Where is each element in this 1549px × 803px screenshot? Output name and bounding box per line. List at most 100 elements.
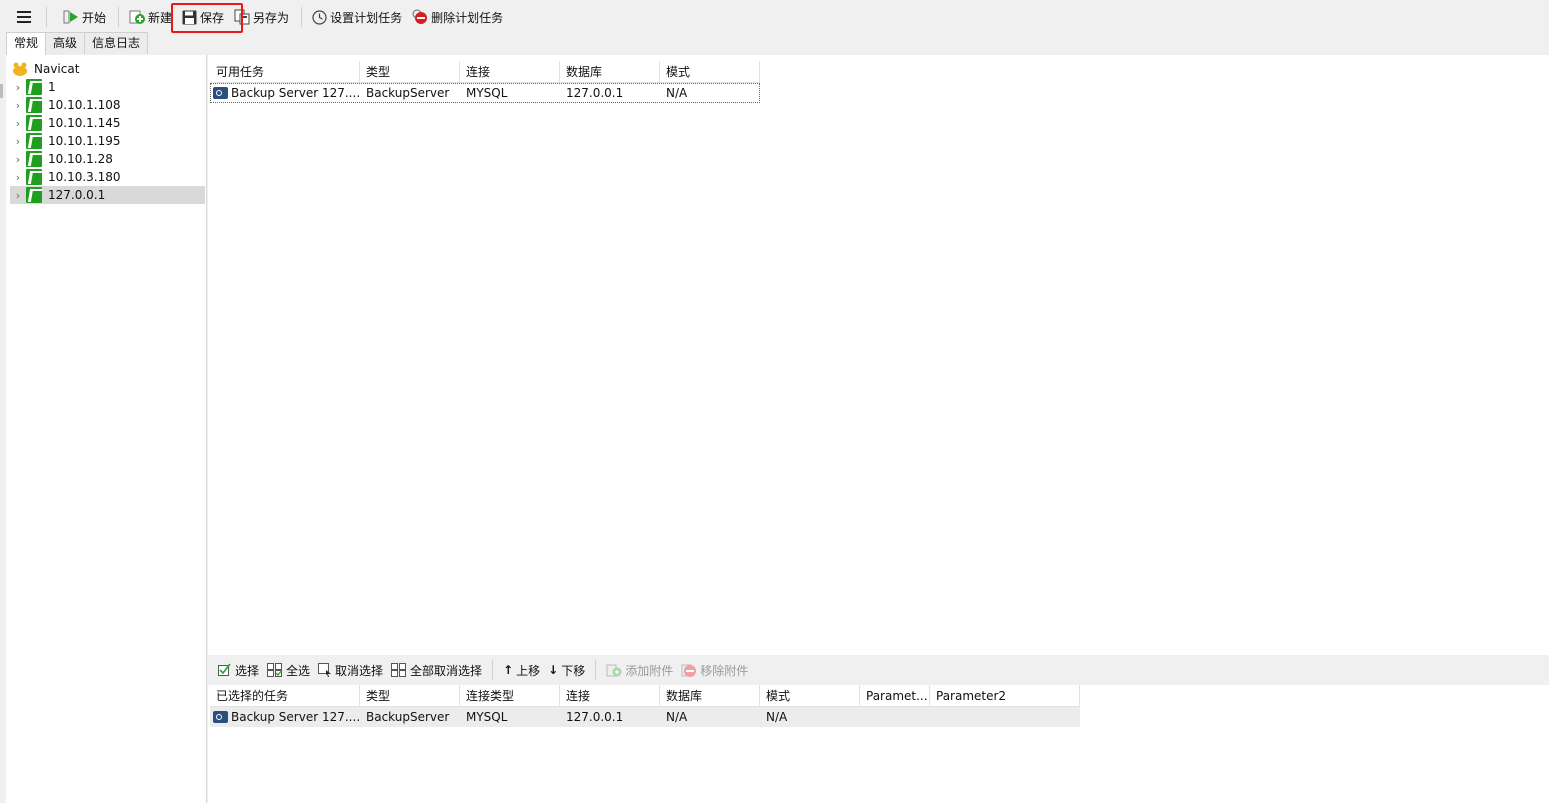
table-row[interactable]: Backup Server 127.... BackupServer MYSQL… bbox=[210, 707, 1080, 727]
column-header[interactable]: Paramet... bbox=[860, 685, 930, 707]
add-attachment-icon bbox=[606, 664, 622, 677]
task-connection-cell: MYSQL bbox=[466, 86, 508, 100]
task-name-cell: Backup Server 127.... bbox=[210, 707, 360, 727]
column-header[interactable]: 模式 bbox=[660, 61, 760, 83]
move-up-label: 上移 bbox=[516, 663, 541, 678]
table-row[interactable]: Backup Server 127.... BackupServer MYSQL… bbox=[210, 83, 760, 103]
tree-root-navicat[interactable]: Navicat bbox=[10, 60, 205, 78]
mysql-icon bbox=[26, 79, 42, 95]
tree-item-connection-selected[interactable]: › 127.0.0.1 bbox=[10, 186, 205, 204]
tree-item-label: 1 bbox=[48, 80, 56, 94]
chevron-right-icon[interactable]: › bbox=[10, 81, 26, 94]
remove-attachment-label: 移除附件 bbox=[700, 663, 749, 678]
remove-attachment-button[interactable]: 移除附件 bbox=[677, 662, 752, 679]
backup-task-icon bbox=[213, 711, 228, 723]
delete-schedule-icon bbox=[412, 9, 428, 24]
main-toolbar: 开始 新建 保存 另存为 设置计划任务 删除计划任务 bbox=[0, 0, 1549, 34]
add-attachment-label: 添加附件 bbox=[625, 663, 674, 678]
deselect-button[interactable]: 取消选择 bbox=[314, 662, 387, 679]
move-down-label: 下移 bbox=[561, 663, 586, 678]
move-up-button[interactable]: ↑ 上移 bbox=[499, 662, 544, 679]
column-header[interactable]: 类型 bbox=[360, 685, 460, 707]
save-button[interactable]: 保存 bbox=[178, 5, 228, 29]
menu-button[interactable] bbox=[10, 5, 38, 29]
toolbar-separator bbox=[595, 660, 597, 680]
navicat-icon bbox=[13, 62, 27, 76]
deselect-all-button[interactable]: 全部取消选择 bbox=[387, 662, 486, 679]
task-database-cell: 127.0.0.1 bbox=[566, 86, 624, 100]
tab-bar: 常规 高级 信息日志 bbox=[6, 32, 149, 55]
column-header[interactable]: 数据库 bbox=[560, 61, 660, 83]
start-button[interactable]: 开始 bbox=[59, 5, 110, 29]
tree-item-connection[interactable]: › 10.10.1.195 bbox=[10, 132, 205, 150]
toolbar-separator bbox=[46, 7, 47, 27]
chevron-right-icon[interactable]: › bbox=[10, 117, 26, 130]
remove-attachment-icon bbox=[681, 664, 697, 677]
tree-item-label: 10.10.1.195 bbox=[48, 134, 121, 148]
selection-toolbar: 选择 全选 取消选择 全部取消选择 ↑ 上移 ↓ 下移 添加附件 移除附件 bbox=[208, 655, 1549, 685]
tab-log[interactable]: 信息日志 bbox=[84, 32, 149, 54]
column-header[interactable]: Parameter2 bbox=[930, 685, 1080, 707]
tree-item-label: 10.10.1.28 bbox=[48, 152, 113, 166]
selected-tasks-grid: 已选择的任务 类型 连接类型 连接 数据库 模式 Paramet... Para… bbox=[210, 685, 1080, 727]
column-header[interactable]: 模式 bbox=[760, 685, 860, 707]
tab-advanced[interactable]: 高级 bbox=[45, 32, 86, 54]
mysql-icon bbox=[26, 133, 42, 149]
set-schedule-button[interactable]: 设置计划任务 bbox=[308, 5, 406, 29]
tree-item-connection[interactable]: › 10.10.1.28 bbox=[10, 150, 205, 168]
chevron-right-icon[interactable]: › bbox=[10, 135, 26, 148]
save-label: 保存 bbox=[200, 10, 225, 25]
tab-general[interactable]: 常规 bbox=[6, 32, 47, 55]
tree-item-connection[interactable]: › 10.10.1.145 bbox=[10, 114, 205, 132]
deselect-label: 取消选择 bbox=[335, 663, 384, 678]
set-schedule-label: 设置计划任务 bbox=[330, 10, 403, 25]
chevron-right-icon[interactable]: › bbox=[10, 153, 26, 166]
select-all-button[interactable]: 全选 bbox=[263, 662, 314, 679]
chevron-right-icon[interactable]: › bbox=[10, 171, 26, 184]
mysql-icon bbox=[26, 115, 42, 131]
column-header[interactable]: 连接类型 bbox=[460, 685, 560, 707]
column-header[interactable]: 可用任务 bbox=[210, 61, 360, 83]
arrow-up-icon: ↑ bbox=[503, 663, 514, 677]
save-as-icon bbox=[234, 9, 250, 25]
mysql-icon bbox=[26, 169, 42, 185]
tree-item-connection[interactable]: › 10.10.3.180 bbox=[10, 168, 205, 186]
available-tasks-grid: 可用任务 类型 连接 数据库 模式 Backup Server 127.... … bbox=[210, 61, 760, 103]
column-header[interactable]: 类型 bbox=[360, 61, 460, 83]
deselect-all-icon bbox=[391, 663, 407, 677]
mysql-icon bbox=[26, 187, 42, 203]
tree-item-connection[interactable]: › 1 bbox=[10, 78, 205, 96]
column-header[interactable]: 连接 bbox=[460, 61, 560, 83]
arrow-down-icon: ↓ bbox=[548, 663, 559, 677]
select-label: 选择 bbox=[235, 663, 260, 678]
toolbar-separator bbox=[118, 7, 120, 27]
select-button[interactable]: 选择 bbox=[214, 662, 263, 679]
deselect-all-label: 全部取消选择 bbox=[410, 663, 483, 678]
column-header[interactable]: 连接 bbox=[560, 685, 660, 707]
available-tasks-panel: 可用任务 类型 连接 数据库 模式 Backup Server 127.... … bbox=[208, 55, 1549, 655]
task-name-cell: Backup Server 127.... bbox=[210, 83, 360, 103]
mysql-icon bbox=[26, 151, 42, 167]
tree-item-label: 10.10.3.180 bbox=[48, 170, 121, 184]
selected-tasks-header: 已选择的任务 类型 连接类型 连接 数据库 模式 Paramet... Para… bbox=[210, 685, 1080, 707]
select-all-label: 全选 bbox=[286, 663, 311, 678]
hamburger-menu-icon bbox=[17, 11, 31, 23]
checkbox-icon bbox=[218, 663, 231, 676]
task-type-cell: BackupServer bbox=[366, 86, 450, 100]
column-header[interactable]: 已选择的任务 bbox=[210, 685, 360, 707]
new-icon bbox=[129, 10, 146, 24]
save-as-button[interactable]: 另存为 bbox=[230, 5, 293, 29]
task-connection-type-cell: MYSQL bbox=[466, 710, 508, 724]
column-header[interactable]: 数据库 bbox=[660, 685, 760, 707]
task-schema-cell: N/A bbox=[766, 710, 788, 724]
delete-schedule-button[interactable]: 删除计划任务 bbox=[408, 5, 507, 29]
move-down-button[interactable]: ↓ 下移 bbox=[544, 662, 589, 679]
add-attachment-button[interactable]: 添加附件 bbox=[602, 662, 677, 679]
save-icon bbox=[182, 10, 197, 24]
chevron-right-icon[interactable]: › bbox=[10, 189, 26, 202]
new-button[interactable]: 新建 bbox=[125, 5, 176, 29]
chevron-right-icon[interactable]: › bbox=[10, 99, 26, 112]
tree-item-connection[interactable]: › 10.10.1.108 bbox=[10, 96, 205, 114]
mysql-icon bbox=[26, 97, 42, 113]
tree-item-label: 10.10.1.145 bbox=[48, 116, 121, 130]
